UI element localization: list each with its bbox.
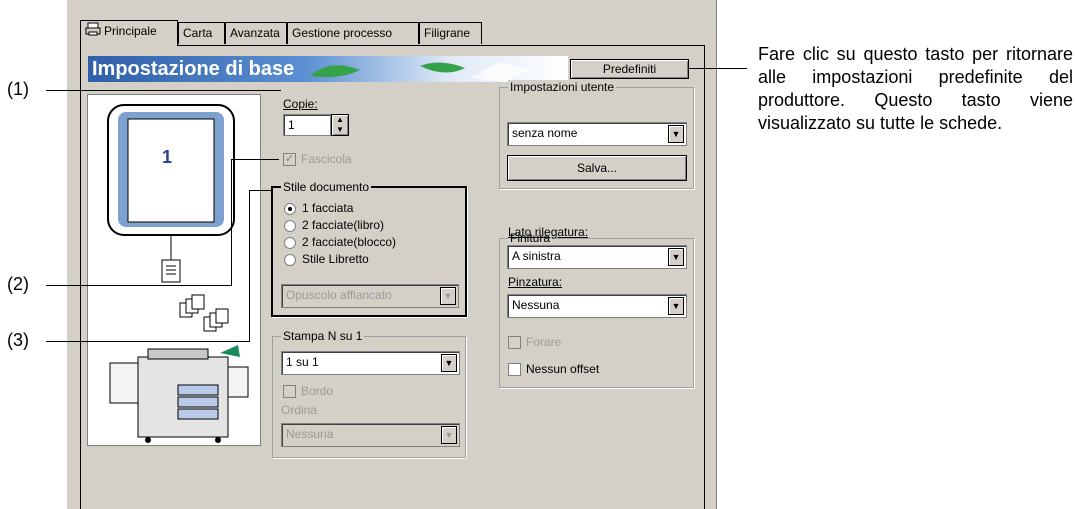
border-checkbox[interactable] (283, 385, 296, 398)
banner-decoration (310, 62, 530, 82)
tab-filigrane-label: Filigrane (424, 26, 471, 40)
defaults-button[interactable]: Predefiniti (570, 59, 689, 79)
radio-stile-libretto-label: Stile Libretto (302, 252, 369, 266)
callout-1: (1) (7, 79, 29, 99)
staple-select-value: Nessuna (512, 298, 560, 312)
preview-panel: 1 (87, 94, 261, 446)
tab-avanzata[interactable]: Avanzata (225, 22, 287, 44)
tab-carta[interactable]: Carta (178, 22, 225, 44)
n-up-select-value: 1 su 1 (286, 355, 319, 369)
callout-3-line-v (249, 190, 250, 342)
tab-filigrane[interactable]: Filigrane (419, 22, 482, 44)
preview-page-number: 1 (162, 147, 173, 167)
banner-title: Impostazione di base (92, 58, 295, 80)
radio-1-facciata-label: 1 facciata (302, 201, 354, 215)
n-up-title: Stampa N su 1 (281, 329, 365, 343)
stepper-down-icon[interactable]: ▼ (332, 125, 348, 135)
user-settings-title: Impostazioni utente (508, 80, 617, 94)
n-up-select[interactable]: 1 su 1 ▼ (281, 351, 460, 375)
radio-1-facciata[interactable] (284, 203, 296, 215)
tab-carta-label: Carta (183, 26, 213, 40)
callout-2-line-top (231, 159, 279, 160)
chevron-down-icon[interactable]: ▼ (441, 354, 457, 372)
callout-2: (2) (7, 274, 29, 294)
save-button[interactable]: Salva... (507, 155, 687, 181)
defaults-callout-line (689, 68, 747, 69)
radio-2-facciate-libro-label: 2 facciate(libro) (302, 218, 385, 232)
binding-select-value: A sinistra (512, 249, 561, 263)
callout-1-line (46, 90, 281, 91)
chevron-down-icon[interactable]: ▼ (441, 426, 457, 444)
copies-label: Copie: (283, 97, 318, 111)
collate-label: Fascicola (301, 152, 352, 166)
user-settings-select-value: senza nome (512, 126, 578, 140)
print-preview-illustration (107, 104, 249, 443)
booklet-select-value: Opuscolo affiancato (286, 288, 392, 302)
order-select-value: Nessuna (286, 427, 334, 441)
order-label: Ordina (281, 403, 318, 417)
defaults-description: Fare clic su questo tasto per ritornare … (758, 44, 1073, 133)
binding-label: Lato rilegatura: (508, 225, 589, 239)
binding-select[interactable]: A sinistra ▼ (507, 245, 687, 269)
tab-principale-label: Principale (104, 24, 157, 38)
punch-checkbox[interactable] (508, 336, 521, 349)
callout-2-line-v (231, 159, 232, 286)
punch-label: Forare (526, 335, 562, 349)
copies-stepper[interactable]: ▲ ▼ (331, 114, 349, 136)
no-offset-checkbox[interactable] (508, 363, 521, 376)
collate-checkbox[interactable]: ✓ (283, 153, 296, 166)
copies-input[interactable]: 1 (283, 114, 331, 136)
booklet-select[interactable]: Opuscolo affiancato ▼ (281, 284, 459, 308)
tab-gestione-processo[interactable]: Gestione processo (287, 22, 419, 44)
chevron-down-icon[interactable]: ▼ (668, 297, 684, 315)
stepper-up-icon[interactable]: ▲ (332, 115, 348, 125)
callout-3: (3) (7, 330, 29, 350)
radio-2-facciate-blocco[interactable] (284, 237, 296, 249)
tab-avanzata-label: Avanzata (230, 26, 280, 40)
radio-2-facciate-libro[interactable] (284, 220, 296, 232)
chevron-down-icon[interactable]: ▼ (440, 287, 456, 305)
order-select[interactable]: Nessuna ▼ (281, 423, 460, 447)
chevron-down-icon[interactable]: ▼ (668, 125, 684, 143)
radio-2-facciate-blocco-label: 2 facciate(blocco) (302, 235, 397, 249)
chevron-down-icon[interactable]: ▼ (668, 248, 684, 266)
user-settings-select[interactable]: senza nome ▼ (507, 122, 687, 146)
callout-2-line-h (46, 285, 232, 286)
printer-icon (85, 22, 101, 42)
tab-gestione-processo-label: Gestione processo (292, 26, 393, 40)
border-label: Bordo (301, 384, 334, 398)
callout-3-line-h (46, 341, 250, 342)
no-offset-label: Nessun offset (526, 362, 600, 376)
callout-3-line-top (249, 190, 271, 191)
radio-stile-libretto[interactable] (284, 254, 296, 266)
staple-label: Pinzatura: (508, 275, 563, 289)
document-style-title: Stile documento (281, 180, 372, 194)
staple-select[interactable]: Nessuna ▼ (507, 294, 687, 318)
tab-principale[interactable]: Principale (80, 20, 178, 46)
